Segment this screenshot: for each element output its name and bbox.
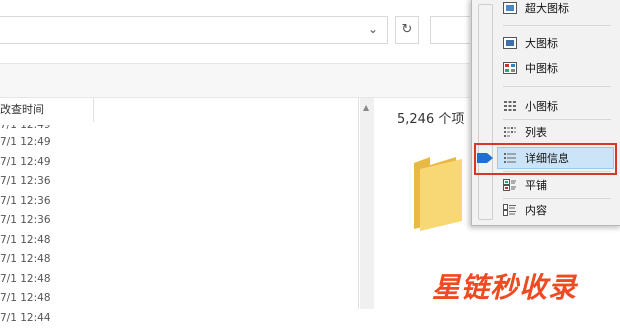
small-icons-icon bbox=[503, 100, 517, 112]
large-icons-icon bbox=[503, 37, 517, 49]
list-item[interactable]: 7/1 12:49 bbox=[0, 125, 360, 133]
divider bbox=[0, 97, 470, 98]
menu-item-large-icons[interactable]: 大图标 bbox=[503, 33, 558, 53]
menu-separator bbox=[503, 25, 611, 26]
column-divider[interactable] bbox=[93, 98, 94, 122]
search-input[interactable] bbox=[430, 16, 470, 44]
menu-item-medium-icons[interactable]: 中图标 bbox=[503, 58, 558, 78]
list-item[interactable]: 7/1 12:48 bbox=[0, 250, 360, 270]
list-item[interactable]: 7/1 12:48 bbox=[0, 231, 360, 251]
size-slider-track[interactable] bbox=[478, 4, 493, 220]
list-item[interactable]: 7/1 12:48 bbox=[0, 289, 360, 309]
list-item[interactable]: 7/1 12:36 bbox=[0, 172, 360, 192]
annotation-highlight-box bbox=[474, 143, 617, 175]
tiles-icon bbox=[503, 179, 517, 191]
menu-item-content[interactable]: 内容 bbox=[503, 200, 547, 220]
menu-separator bbox=[503, 198, 611, 199]
refresh-icon: ↻ bbox=[402, 22, 413, 37]
file-list: 7/1 12:49 7/1 12:49 7/1 12:49 7/1 12:36 … bbox=[0, 125, 360, 328]
list-icon bbox=[503, 126, 517, 138]
list-item[interactable]: 7/1 12:49 bbox=[0, 133, 360, 153]
menu-separator bbox=[503, 119, 611, 120]
vertical-scrollbar[interactable] bbox=[360, 98, 374, 309]
list-item[interactable]: 7/1 12:36 bbox=[0, 211, 360, 231]
address-bar[interactable] bbox=[0, 16, 388, 44]
refresh-button[interactable]: ↻ bbox=[395, 16, 419, 44]
list-item[interactable]: 7/1 12:36 bbox=[0, 192, 360, 212]
watermark: 星链秒收录 bbox=[432, 266, 577, 306]
list-item[interactable]: 7/1 12:48 bbox=[0, 270, 360, 290]
chevron-down-icon[interactable]: ⌄ bbox=[368, 22, 378, 36]
extra-large-icons-icon bbox=[503, 2, 517, 14]
folder-icon[interactable] bbox=[412, 155, 464, 231]
list-item[interactable]: 7/1 12:44 bbox=[0, 309, 360, 328]
toolbar-band bbox=[0, 64, 470, 97]
menu-item-tiles[interactable]: 平铺 bbox=[503, 175, 547, 195]
menu-item-extra-large-icons[interactable]: 超大图标 bbox=[503, 0, 569, 18]
item-count: 5,246 个项 bbox=[397, 108, 464, 127]
menu-item-small-icons[interactable]: 小图标 bbox=[503, 96, 558, 116]
column-header-date[interactable]: 改查时间 bbox=[0, 100, 93, 120]
menu-separator bbox=[503, 86, 611, 87]
pane-divider bbox=[358, 98, 359, 309]
scroll-up-arrow-icon[interactable]: ▲ bbox=[363, 103, 369, 112]
content-icon bbox=[503, 204, 517, 216]
medium-icons-icon bbox=[503, 62, 517, 74]
menu-item-list[interactable]: 列表 bbox=[503, 122, 547, 142]
list-item[interactable]: 7/1 12:49 bbox=[0, 153, 360, 173]
